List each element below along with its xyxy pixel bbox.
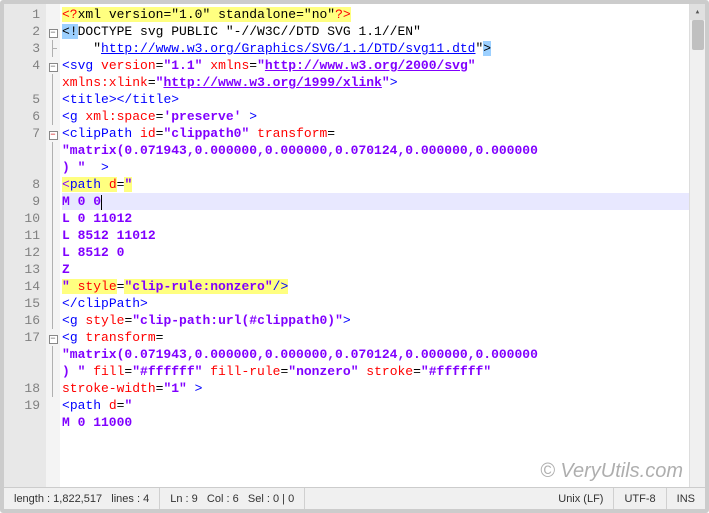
lines-label: lines : — [111, 493, 140, 505]
code-area[interactable]: <?xml version="1.0" standalone="no"?><!D… — [60, 4, 689, 487]
status-bar: length : 1,822,517 lines : 4 Ln : 9 Col … — [4, 487, 705, 509]
ln-label: Ln : — [170, 493, 188, 505]
col-value: 6 — [233, 493, 239, 505]
status-mode[interactable]: INS — [667, 488, 705, 509]
status-spacer — [305, 488, 548, 509]
length-label: length : — [14, 493, 50, 505]
code-editor[interactable]: 12345678910111213141516171819 −−−− <?xml… — [4, 4, 705, 487]
sel-value: 0 | 0 — [273, 493, 294, 505]
status-encoding[interactable]: UTF-8 — [614, 488, 666, 509]
line-number-gutter: 12345678910111213141516171819 — [4, 4, 46, 487]
ln-value: 9 — [192, 493, 198, 505]
encoding-value: UTF-8 — [624, 493, 655, 505]
fold-column[interactable]: −−−− — [46, 4, 60, 487]
mode-value: INS — [677, 493, 695, 505]
scroll-up-arrow[interactable]: ▴ — [690, 4, 705, 20]
status-length: length : 1,822,517 lines : 4 — [4, 488, 160, 509]
length-value: 1,822,517 — [53, 493, 102, 505]
col-label: Col : — [207, 493, 230, 505]
eol-value: Unix (LF) — [558, 493, 603, 505]
status-position: Ln : 9 Col : 6 Sel : 0 | 0 — [160, 488, 305, 509]
scroll-thumb[interactable] — [692, 20, 704, 50]
status-eol[interactable]: Unix (LF) — [548, 488, 614, 509]
lines-value: 4 — [143, 493, 149, 505]
vertical-scrollbar[interactable]: ▴ — [689, 4, 705, 487]
sel-label: Sel : — [248, 493, 270, 505]
